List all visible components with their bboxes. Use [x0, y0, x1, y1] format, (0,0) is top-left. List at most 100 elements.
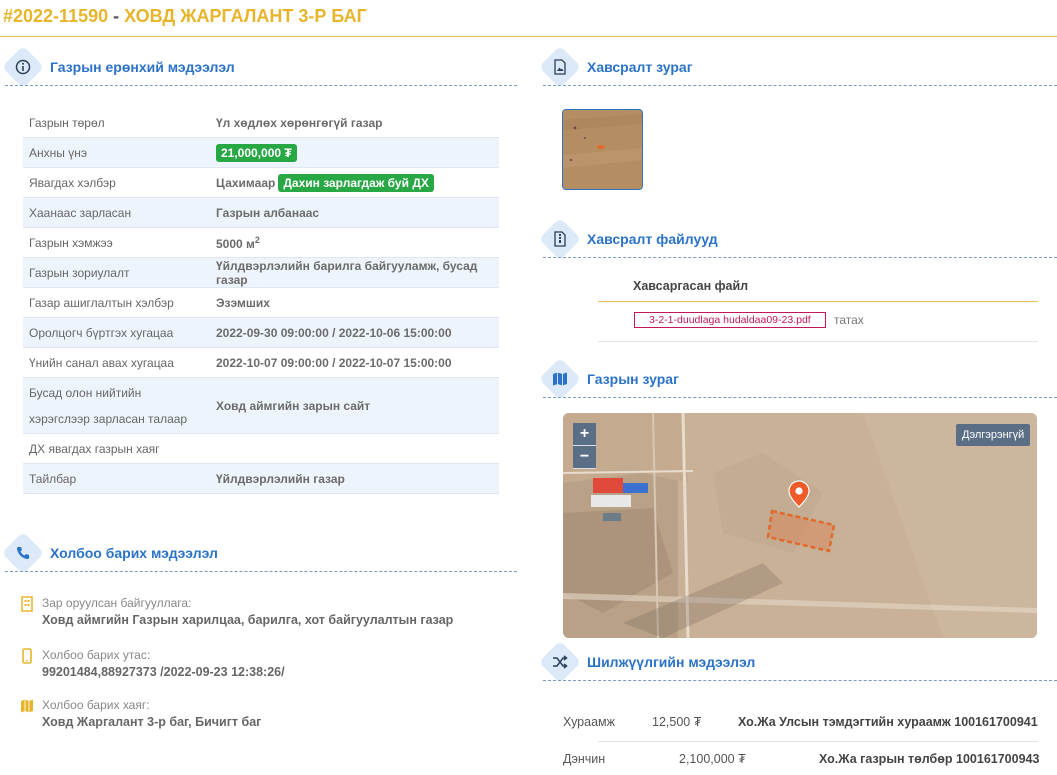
zoom-out-button[interactable]: − [573, 446, 596, 469]
info-value-text: Эзэмших [216, 295, 270, 310]
info-label: Оролцогч бүртгэх хугацаа [23, 317, 210, 348]
section-title: Хавсралт зураг [587, 59, 693, 75]
transfer-description: Хо.Жа Улсын тэмдэгтийн хураамж 100161700… [738, 715, 1038, 729]
info-value-text: 5000 м [216, 236, 255, 251]
files-column-header: Хавсаргасан файл [633, 279, 749, 293]
page-title: #2022-11590 - ХОВД ЖАРГАЛАНТ 3-Р БАГ [3, 6, 367, 27]
general-info-table: Газрын төрөл Үл хөдлөх хөрөнгөгүй газар Ан… [23, 108, 499, 494]
status-badge: Дахин зарлагдаж буй ДХ [278, 173, 434, 192]
info-value-text: Газрын албанаас [216, 205, 320, 220]
section-files: Хавсралт файлууд [538, 217, 718, 261]
info-value-text: Цахимаар [216, 175, 276, 190]
info-value-text: 2022-09-30 09:00:00 / 2022-10-06 15:00:0… [216, 325, 452, 340]
info-value: 2022-10-07 09:00:00 / 2022-10-07 15:00:0… [210, 347, 499, 378]
zoom-in-button[interactable]: + [573, 423, 596, 446]
transfer-description: Хо.Жа газрын төлбөр 100161700943 [819, 752, 1040, 766]
files-table-header: Хавсаргасан файл [598, 279, 1038, 302]
info-value: Үйлдвэрлэлийн газар [210, 463, 499, 494]
info-label: ДХ явагдах газрын хаяг [23, 433, 210, 464]
file-icon [538, 217, 582, 261]
info-value: Эзэмших [210, 287, 499, 318]
title-separator: - [108, 6, 125, 26]
auction-code: #2022-11590 [3, 6, 109, 26]
divider [543, 85, 1057, 86]
info-value-text: 2022-10-07 09:00:00 / 2022-10-07 15:00:0… [216, 355, 452, 370]
info-label: Хаанаас зарласан [23, 197, 210, 228]
info-row: Газар ашиглалтын хэлбэр Эзэмших [23, 287, 499, 318]
info-row: Тайлбар Үйлдвэрлэлийн газар [23, 463, 499, 494]
divider [543, 257, 1057, 258]
divider [598, 741, 1038, 742]
unit-superscript: 2 [254, 234, 260, 245]
info-value [210, 433, 499, 464]
info-label: Бусад олон нийтийн хэрэгслээр зарласан т… [23, 377, 210, 434]
info-row: Анхны үнэ 21,000,000 ₮ [23, 137, 499, 168]
info-value: Үйлдвэрлэлийн барилга байгууламж, бусад … [210, 257, 499, 288]
map-details-button[interactable]: Дэлгэрэнгүй [956, 424, 1031, 446]
phone-icon [1, 531, 45, 575]
page-header: #2022-11590 - ХОВД ЖАРГАЛАНТ 3-Р БАГ [0, 0, 1057, 37]
building-icon [20, 596, 34, 612]
map-icon [538, 357, 582, 401]
contact-phone-value: 99201484,88927373 /2022-09-23 12:38:26/ [42, 665, 285, 679]
file-row: 3-2-1-duudlaga hudaldaa09-23.pdf татах [598, 309, 1038, 342]
transfer-type: Дэнчин [563, 752, 606, 766]
divider [543, 397, 1057, 398]
section-title: Газрын ерөнхий мэдээлэл [50, 59, 235, 75]
shuffle-icon [538, 640, 582, 684]
divider [5, 85, 517, 86]
info-label: Газрын хэмжээ [23, 227, 210, 258]
contact-phone-label: Холбоо барих утас: [42, 648, 151, 662]
info-row: Газрын хэмжээ 5000 м2 [23, 227, 499, 258]
auction-title: ХОВД ЖАРГАЛАНТ 3-Р БАГ [124, 6, 367, 26]
info-label: Газар ашиглалтын хэлбэр [23, 287, 210, 318]
map-icon [20, 698, 34, 714]
section-general-info: Газрын ерөнхий мэдээлэл [1, 45, 235, 89]
info-row: ДХ явагдах газрын хаяг [23, 433, 499, 464]
contact-address-label: Холбоо барих хаяг: [42, 698, 150, 712]
info-label: Явагдах хэлбэр [23, 167, 210, 198]
contact-org-value: Ховд аймгийн Газрын харилцаа, барилга, х… [42, 613, 454, 627]
section-title: Хавсралт файлууд [587, 231, 718, 247]
info-label: Тайлбар [23, 463, 210, 494]
image-icon [538, 45, 582, 89]
info-value-text: Үл хөдлөх хөрөнгөгүй газар [216, 115, 383, 130]
info-value: Ховд аймгийн зарын сайт [210, 377, 499, 434]
info-row: Хаанаас зарласан Газрын албанаас [23, 197, 499, 228]
attached-photo-thumbnail[interactable] [562, 109, 643, 190]
info-value-text: Үйлдвэрлэлийн барилга байгууламж, бусад … [216, 258, 478, 287]
land-map[interactable] [563, 413, 1037, 638]
info-value-text: Ховд аймгийн зарын сайт [216, 398, 371, 413]
section-title: Холбоо барих мэдээлэл [50, 545, 218, 561]
divider [5, 571, 517, 572]
info-row: Газрын төрөл Үл хөдлөх хөрөнгөгүй газар [23, 108, 499, 138]
info-row: Бусад олон нийтийн хэрэгслээр зарласан т… [23, 377, 499, 434]
section-title: Газрын зураг [587, 371, 679, 387]
info-row: Оролцогч бүртгэх хугацаа 2022-09-30 09:00… [23, 317, 499, 348]
info-label: Газрын зориулалт [23, 257, 210, 288]
info-value: Газрын албанаас [210, 197, 499, 228]
file-link[interactable]: 3-2-1-duudlaga hudaldaa09-23.pdf [634, 312, 826, 328]
info-value: Үл хөдлөх хөрөнгөгүй газар [210, 108, 499, 138]
info-value: 5000 м2 [210, 227, 499, 258]
section-contact: Холбоо барих мэдээлэл [1, 531, 218, 575]
info-value: Цахимаар Дахин зарлагдаж буй ДХ [210, 167, 499, 198]
contact-org-label: Зар оруулсан байгууллага: [42, 596, 192, 610]
info-label: Газрын төрөл [23, 108, 210, 138]
section-transfer: Шилжүүлгийн мэдээлэл [538, 640, 755, 684]
divider [543, 680, 1057, 681]
map-zoom-controls: + − [573, 423, 596, 469]
transfer-amount: 2,100,000 ₮ [679, 752, 746, 766]
info-row: Газрын зориулалт Үйлдвэрлэлийн барилга ба… [23, 257, 499, 288]
info-value: 2022-09-30 09:00:00 / 2022-10-06 15:00:0… [210, 317, 499, 348]
transfer-type: Хураамж [563, 715, 615, 729]
info-value: 21,000,000 ₮ [210, 137, 499, 168]
info-row: Явагдах хэлбэр Цахимаар Дахин зарлагдаж бу… [23, 167, 499, 198]
price-badge: 21,000,000 ₮ [216, 143, 297, 162]
file-download-link[interactable]: татах [834, 313, 864, 327]
section-photo: Хавсралт зураг [538, 45, 693, 89]
mobile-icon [20, 648, 34, 664]
info-icon [1, 45, 45, 89]
info-label: Үнийн санал авах хугацаа [23, 347, 210, 378]
info-label: Анхны үнэ [23, 137, 210, 168]
